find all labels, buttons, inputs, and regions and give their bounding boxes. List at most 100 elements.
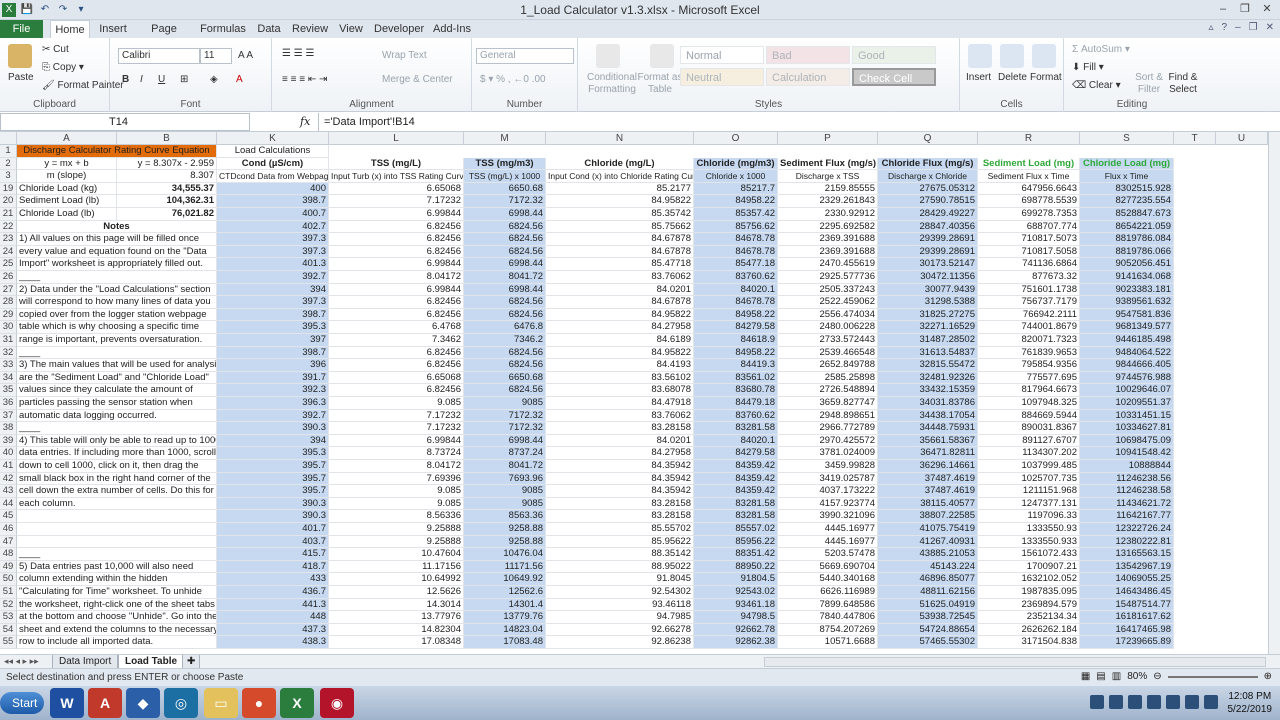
cell-sediment-flux[interactable]: 5669.690704 <box>778 560 878 574</box>
cell-chloride-mgl[interactable]: 84.0201 <box>546 283 694 297</box>
cell-tss-mgl[interactable]: 6.82456 <box>329 245 464 259</box>
cell-sediment-load[interactable]: 1561072.433 <box>978 548 1080 561</box>
cell-tss-mgm3[interactable]: 7172.32 <box>464 409 546 423</box>
style-calculation[interactable]: Calculation <box>766 68 850 86</box>
cell-tss-mgl[interactable]: 6.4768 <box>329 321 464 334</box>
cell-chloride-mgl[interactable]: 84.27958 <box>546 321 694 334</box>
cell-s2[interactable]: Chloride Load (mg) <box>1080 157 1174 171</box>
cell-a54[interactable]: sheet and extend the columns to the nece… <box>17 623 217 637</box>
cell-sediment-load[interactable]: 884669.5944 <box>978 409 1080 423</box>
cell-tss-mgl[interactable]: 9.085 <box>329 497 464 511</box>
row-header[interactable]: 23 <box>0 233 17 246</box>
cell-chloride-flux[interactable]: 46896.85077 <box>878 573 978 586</box>
cell-chloride-mgl[interactable]: 84.95822 <box>546 346 694 360</box>
search-app-icon[interactable]: ◎ <box>164 688 198 718</box>
cell-chloride-flux[interactable]: 32815.55472 <box>878 359 978 372</box>
cell-r3[interactable]: Sediment Flux x Time <box>978 170 1080 183</box>
cell-chloride-mgm3[interactable]: 84678.78 <box>694 233 778 246</box>
cell-a27[interactable]: 2) Data under the "Load Calculations" se… <box>17 283 217 297</box>
cell-a2[interactable]: y = mx + b <box>17 157 117 171</box>
cell-chloride-flux[interactable]: 35661.58367 <box>878 434 978 448</box>
cell-chloride-mgl[interactable]: 84.95822 <box>546 308 694 322</box>
cell-tss-mgl[interactable]: 6.82456 <box>329 308 464 322</box>
cell-chloride-mgl[interactable]: 84.27958 <box>546 447 694 460</box>
row-header[interactable]: 21 <box>0 208 17 221</box>
cell-chloride-flux[interactable]: 37487.4619 <box>878 472 978 486</box>
cell-chloride-flux[interactable]: 37487.4619 <box>878 485 978 498</box>
autosum-button[interactable]: Σ AutoSum ▾ <box>1072 44 1130 56</box>
row-header[interactable]: 41 <box>0 460 17 473</box>
cell-chloride-flux[interactable]: 31487.28502 <box>878 334 978 347</box>
cell-tss-mgl[interactable]: 14.3014 <box>329 598 464 612</box>
cell-b20[interactable]: 104,362.31 <box>117 195 217 208</box>
cell-tss-mgl[interactable]: 7.17232 <box>329 422 464 435</box>
left-align-icon[interactable]: ≡ ≡ ≡ ⇤ ⇥ <box>282 74 327 86</box>
cell-sediment-flux[interactable]: 2470.455619 <box>778 258 878 271</box>
delete-cells-button[interactable]: Delete <box>998 72 1027 84</box>
cell-tss-mgm3[interactable]: 8737.24 <box>464 447 546 460</box>
cell-cond[interactable]: 396 <box>217 359 329 372</box>
cell-tss-mgl[interactable]: 9.25888 <box>329 523 464 536</box>
cell-a40[interactable]: data entries. If including more than 100… <box>17 447 217 460</box>
cell-q2[interactable]: Chloride Flux (mg/s) <box>878 157 978 171</box>
cell-a38[interactable]: ____ <box>17 422 217 435</box>
cell-chloride-mgl[interactable]: 85.2177 <box>546 182 694 196</box>
cell-sediment-flux[interactable]: 3659.827747 <box>778 397 878 410</box>
row-header[interactable]: 53 <box>0 611 17 624</box>
network-tray-icon[interactable] <box>1204 695 1218 709</box>
insert-cells-icon[interactable] <box>968 44 992 68</box>
cell-chloride-mgl[interactable]: 91.8045 <box>546 573 694 586</box>
row-header[interactable]: 38 <box>0 422 17 435</box>
excel-taskbar-icon[interactable]: X <box>280 688 314 718</box>
cell-chloride-mgm3[interactable]: 83281.58 <box>694 510 778 523</box>
formula-input[interactable]: ='Data Import'!B14 <box>318 113 1268 131</box>
cell-chloride-mgl[interactable]: 83.28158 <box>546 422 694 435</box>
cell-a51[interactable]: "Calculating for Time" worksheet. To unh… <box>17 586 217 599</box>
cell-tss-mgm3[interactable]: 6824.56 <box>464 346 546 360</box>
cell-tss-mgl[interactable]: 7.17232 <box>329 195 464 208</box>
cell-sediment-load[interactable]: 2369894.579 <box>978 598 1080 612</box>
cell-chloride-mgm3[interactable]: 92662.78 <box>694 623 778 637</box>
cell-chloride-mgm3[interactable]: 83281.58 <box>694 422 778 435</box>
cell-tss-mgl[interactable]: 7.3462 <box>329 334 464 347</box>
cell-a41[interactable]: down to cell 1000, click on it, then dra… <box>17 460 217 473</box>
tab-file[interactable]: File <box>0 20 43 38</box>
cell-chloride-flux[interactable]: 32271.16529 <box>878 321 978 334</box>
column-header[interactable]: P <box>778 132 878 145</box>
cell-chloride-mgm3[interactable]: 84020.1 <box>694 434 778 448</box>
cell-cond[interactable]: 391.7 <box>217 371 329 385</box>
minimize-button[interactable]: – <box>1212 0 1234 18</box>
cell-chloride-load[interactable]: 12380222.81 <box>1080 535 1174 549</box>
cell-m3[interactable]: TSS (mg/L) x 1000 <box>464 170 546 183</box>
cell-b3[interactable]: 8.307 <box>117 170 217 183</box>
cell-a44[interactable]: each column. <box>17 497 217 511</box>
cell-cond[interactable]: 415.7 <box>217 548 329 561</box>
cell-chloride-mgm3[interactable]: 92543.02 <box>694 586 778 599</box>
cell-m2[interactable]: TSS (mg/m3) <box>464 157 546 171</box>
cell-chloride-load[interactable]: 10888844 <box>1080 460 1174 473</box>
horizontal-scrollbar[interactable] <box>764 657 1266 667</box>
cell-sediment-flux[interactable]: 2585.25898 <box>778 371 878 385</box>
cell-a33[interactable]: 3) The main values that will be used for… <box>17 359 217 372</box>
cell-sediment-flux[interactable]: 2925.577736 <box>778 271 878 284</box>
cell-sediment-flux[interactable]: 3459.99828 <box>778 460 878 473</box>
tab-insert[interactable]: Insert <box>96 20 130 38</box>
cell-cond[interactable]: 395.3 <box>217 447 329 460</box>
cell-a31[interactable]: range is important, prevents oversaturat… <box>17 334 217 347</box>
cell-chloride-mgl[interactable]: 83.56102 <box>546 371 694 385</box>
zoom-slider[interactable] <box>1167 675 1258 678</box>
cell-chloride-load[interactable]: 8819786.084 <box>1080 233 1174 246</box>
cell-o2[interactable]: Chloride (mg/m3) <box>694 157 778 171</box>
cell-chloride-flux[interactable]: 32481.92326 <box>878 371 978 385</box>
cell-tss-mgm3[interactable]: 7346.2 <box>464 334 546 347</box>
column-header[interactable]: B <box>117 132 217 145</box>
row-header[interactable]: 40 <box>0 447 17 460</box>
cell-chloride-load[interactable]: 13165563.15 <box>1080 548 1174 561</box>
cell-chloride-flux[interactable]: 31613.54837 <box>878 346 978 360</box>
workbook-close-icon[interactable]: ✕ <box>1266 22 1274 33</box>
row-header[interactable]: 46 <box>0 523 17 536</box>
cell-chloride-flux[interactable]: 41267.40931 <box>878 535 978 549</box>
cell-cond[interactable]: 397 <box>217 334 329 347</box>
column-header[interactable]: O <box>694 132 778 145</box>
cell-chloride-flux[interactable]: 36296.14661 <box>878 460 978 473</box>
